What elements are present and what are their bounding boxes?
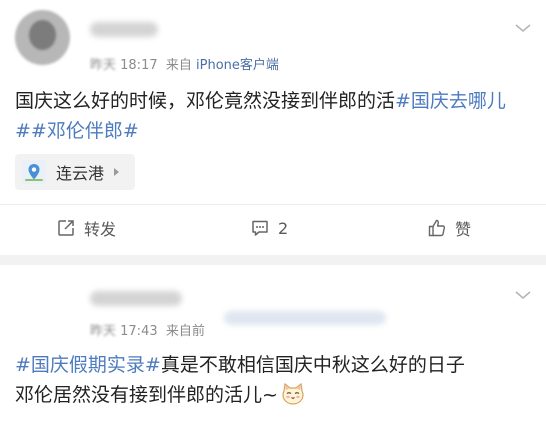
comment-button[interactable]: 2: [250, 210, 288, 246]
post-content: 国庆这么好的时候，邓伦竟然没接到伴郎的活#国庆去哪儿##邓伦伴郎#: [15, 86, 530, 146]
comment-count: 2: [278, 218, 289, 238]
repost-button[interactable]: 转发: [56, 210, 116, 246]
post-meta: 昨天 18:17 来自 iPhone客户端: [90, 54, 279, 73]
source-link[interactable]: iPhone客户端: [196, 58, 279, 73]
post-text: 邓伦居然没有接到伴郎的活儿~: [15, 384, 278, 406]
post-text: 国庆这么好的时候，邓伦竟然没接到伴郎的活: [15, 90, 396, 112]
hashtag-denglun-banlang[interactable]: #邓伦伴郎#: [31, 120, 139, 142]
post-content: #国庆假期实录#真是不敢相信国庆中秋这么好的日子 邓伦居然没有接到伴郎的活儿~: [15, 350, 530, 410]
post-meta: 昨天 17:43 来自前: [90, 320, 205, 339]
username-blurred[interactable]: [90, 291, 182, 306]
like-label: 赞: [455, 220, 472, 239]
divider: [0, 204, 546, 205]
comment-icon: [252, 220, 268, 236]
thumbs-up-icon: [428, 219, 446, 237]
repost-icon: [58, 220, 74, 236]
post-time: 18:17: [120, 58, 158, 73]
hashtag-guoqing-jiaqi-shilu[interactable]: #国庆假期实录#: [15, 354, 161, 376]
post-line-1: #国庆假期实录#真是不敢相信国庆中秋这么好的日子: [15, 350, 530, 380]
post-time: 17:43: [120, 324, 158, 339]
avatar[interactable]: [15, 10, 70, 65]
repost-label: 转发: [84, 220, 117, 239]
post-line-2: 邓伦居然没有接到伴郎的活儿~: [15, 380, 530, 410]
location-label: 连云港: [56, 164, 105, 183]
chevron-down-icon[interactable]: [514, 22, 532, 34]
chevron-right-icon: [114, 168, 120, 176]
weibo-post-card: 昨天 18:17 来自 iPhone客户端 国庆这么好的时候，邓伦竟然没接到伴郎…: [0, 0, 546, 255]
like-button[interactable]: 赞: [427, 210, 471, 246]
source-blurred[interactable]: [224, 311, 386, 325]
source-prefix: 来自前: [165, 324, 205, 339]
source-prefix: 来自: [165, 58, 192, 73]
post-date-prefix: 昨天: [90, 58, 121, 73]
username-blurred[interactable]: [90, 22, 158, 37]
chevron-down-icon[interactable]: [514, 289, 532, 301]
post-text: 真是不敢相信国庆中秋这么好的日子: [160, 354, 465, 376]
location-pin-icon: [22, 160, 46, 184]
post-date-prefix: 昨天: [90, 324, 121, 339]
location-tag[interactable]: 连云港: [15, 154, 135, 190]
cat-face-emoji: [282, 382, 304, 405]
